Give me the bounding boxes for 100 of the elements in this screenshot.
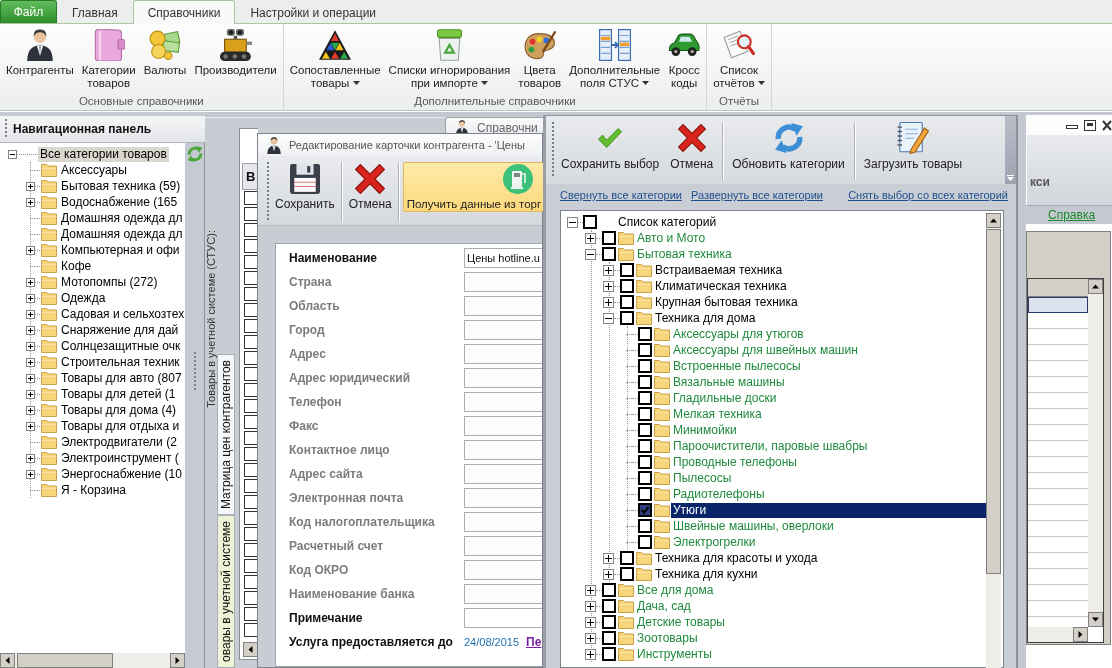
input-field[interactable] bbox=[464, 464, 542, 484]
plus-icon[interactable] bbox=[585, 648, 596, 660]
refresh-categories-button[interactable]: Обновить категории bbox=[728, 120, 849, 172]
input-field[interactable] bbox=[464, 392, 542, 412]
tree-item[interactable]: Аксессуары для утюгов bbox=[671, 326, 806, 342]
tree-item[interactable]: Я - Корзина bbox=[59, 482, 129, 498]
ribbon-tab[interactable]: Настройки и операции bbox=[235, 1, 392, 23]
vertical-tab[interactable]: овары в учетной системе bbox=[217, 515, 235, 668]
maximize-button[interactable] bbox=[1084, 119, 1096, 131]
input-field[interactable]: Цены hotline.u bbox=[464, 248, 542, 268]
cancel-button[interactable]: Отмена bbox=[345, 162, 395, 212]
checkbox[interactable] bbox=[244, 191, 258, 205]
checkbox[interactable] bbox=[244, 511, 258, 525]
plus-icon[interactable] bbox=[26, 181, 35, 191]
checkbox[interactable] bbox=[602, 631, 616, 645]
tree-item[interactable]: Электрогрелки bbox=[671, 534, 758, 550]
tree-item[interactable]: Зоотовары bbox=[635, 630, 700, 646]
tree-item[interactable]: Мелкая техника bbox=[671, 406, 764, 422]
table-row[interactable] bbox=[1028, 297, 1088, 313]
plus-icon[interactable] bbox=[585, 600, 596, 612]
ribbon-button[interactable]: Списки игнорирования при импорте bbox=[384, 24, 515, 94]
checkbox[interactable] bbox=[244, 623, 258, 637]
tree-item[interactable]: Климатическая техника bbox=[653, 278, 789, 294]
tree-item[interactable]: Энергоснабжение (10 bbox=[59, 466, 184, 482]
checkbox[interactable] bbox=[620, 263, 634, 277]
tree-item[interactable]: Дача, сад bbox=[635, 598, 693, 614]
tree-item[interactable]: Строительная техник bbox=[59, 354, 182, 370]
checkbox[interactable] bbox=[638, 503, 652, 517]
tree-item[interactable]: Одежда bbox=[59, 290, 108, 306]
checkbox[interactable] bbox=[244, 527, 258, 541]
checkbox[interactable] bbox=[583, 215, 597, 229]
checkbox[interactable] bbox=[638, 343, 652, 357]
checkbox[interactable] bbox=[244, 463, 258, 477]
tree-item[interactable]: Солнцезащитные очк bbox=[59, 338, 183, 354]
plus-icon[interactable] bbox=[585, 616, 596, 628]
link[interactable]: Пе bbox=[526, 635, 542, 649]
checkbox[interactable] bbox=[244, 207, 258, 221]
tree-item[interactable]: Снаряжение для дай bbox=[59, 322, 181, 338]
input-field[interactable] bbox=[464, 584, 542, 604]
tree-item[interactable]: Товары для детей (1 bbox=[59, 386, 178, 402]
checkbox[interactable] bbox=[244, 575, 258, 589]
tree-item[interactable]: Утюги bbox=[671, 502, 986, 518]
link[interactable]: Свернуть все категории bbox=[560, 189, 682, 201]
input-field[interactable] bbox=[464, 272, 542, 292]
tree-item[interactable]: Техника для кухни bbox=[653, 566, 760, 582]
vertical-scrollbar[interactable] bbox=[1088, 279, 1103, 627]
checkbox[interactable] bbox=[244, 303, 258, 317]
checkbox[interactable] bbox=[244, 495, 258, 509]
tree-item[interactable]: Техника для дома bbox=[653, 310, 758, 326]
grip-icon[interactable] bbox=[193, 352, 196, 392]
tree-item[interactable]: Бытовая техника (59) bbox=[59, 178, 183, 194]
checkbox[interactable] bbox=[244, 255, 258, 269]
plus-icon[interactable] bbox=[26, 389, 35, 399]
checkbox[interactable] bbox=[638, 519, 652, 533]
checkbox[interactable] bbox=[244, 287, 258, 301]
link[interactable]: Снять выбор со всех категорий bbox=[848, 189, 1008, 201]
plus-icon[interactable] bbox=[26, 453, 35, 463]
tree-item[interactable]: Садовая и сельхозтех bbox=[59, 306, 185, 322]
tree-item[interactable]: Детские товары bbox=[635, 614, 727, 630]
tree-item[interactable]: Авто и Мото bbox=[635, 230, 708, 246]
plus-icon[interactable] bbox=[26, 245, 35, 255]
checkbox[interactable] bbox=[620, 279, 634, 293]
input-field[interactable] bbox=[464, 296, 542, 316]
tree-item[interactable]: Домашняя одежда дл bbox=[59, 210, 185, 226]
ribbon-button[interactable]: Кросс коды bbox=[664, 24, 705, 94]
load-products-button[interactable]: Загрузить товары bbox=[859, 120, 967, 172]
ribbon-button[interactable]: Контрагенты bbox=[2, 24, 78, 94]
checkbox[interactable] bbox=[244, 271, 258, 285]
plus-icon[interactable] bbox=[26, 341, 35, 351]
ribbon-tab[interactable]: Справочники bbox=[132, 0, 236, 24]
minus-icon[interactable] bbox=[8, 149, 17, 159]
tree-item[interactable]: Минимойки bbox=[671, 422, 739, 438]
plus-icon[interactable] bbox=[603, 296, 614, 308]
checkbox[interactable] bbox=[244, 591, 258, 605]
tree-item[interactable]: Электродвигатели (2 bbox=[59, 434, 179, 450]
checkbox[interactable] bbox=[638, 439, 652, 453]
checkbox[interactable] bbox=[638, 391, 652, 405]
checkbox[interactable] bbox=[244, 223, 258, 237]
checkbox[interactable] bbox=[244, 383, 258, 397]
checkbox[interactable] bbox=[602, 583, 616, 597]
tree-item[interactable]: Бытовая техника bbox=[635, 246, 734, 262]
save-selection-button[interactable]: Сохранить выбор bbox=[557, 120, 664, 172]
tree-item[interactable]: Аксессуары для швейных машин bbox=[671, 342, 860, 358]
ribbon-button[interactable]: Дополнительные поля СТУС bbox=[565, 24, 665, 94]
checkbox[interactable] bbox=[638, 407, 652, 421]
tree-item[interactable]: Список категорий bbox=[616, 214, 719, 230]
checkbox[interactable] bbox=[244, 399, 258, 413]
plus-icon[interactable] bbox=[603, 568, 614, 580]
tree-item[interactable]: Швейные машины, оверлоки bbox=[671, 518, 836, 534]
ribbon-button[interactable]: Цвета товаров bbox=[514, 24, 566, 94]
tree-item[interactable]: Радиотелефоны bbox=[671, 486, 767, 502]
checkbox[interactable] bbox=[244, 351, 258, 365]
checkbox[interactable] bbox=[244, 607, 258, 621]
input-field[interactable] bbox=[464, 560, 542, 580]
checkbox[interactable] bbox=[244, 559, 258, 573]
tree-item[interactable]: Инструменты bbox=[635, 646, 714, 662]
input-field[interactable] bbox=[464, 536, 542, 556]
checkbox[interactable] bbox=[602, 647, 616, 661]
plus-icon[interactable] bbox=[26, 197, 35, 207]
input-field[interactable] bbox=[464, 512, 542, 532]
